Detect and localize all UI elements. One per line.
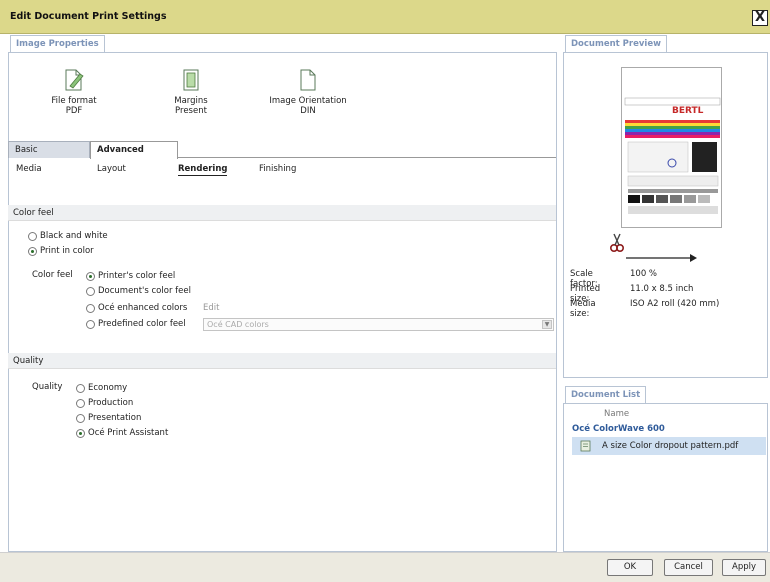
orientation-label: Image Orientation [269, 96, 347, 106]
scissors-icon [610, 233, 624, 252]
radio-label: Océ enhanced colors [98, 303, 188, 313]
orientation-value: DIN [300, 106, 316, 116]
preview-logo: BERTL [672, 106, 704, 116]
radio-oce-enhanced[interactable]: Océ enhanced colors [86, 302, 187, 314]
tab-document-preview[interactable]: Document Preview [565, 35, 667, 52]
radio-label: Production [88, 398, 134, 408]
margins-icon [183, 69, 199, 91]
preview-image: BERTL [620, 68, 721, 229]
edit-link[interactable]: Edit [203, 303, 219, 313]
title-bar: Edit Document Print Settings X [0, 0, 770, 34]
radio-document-color-feel[interactable]: Document's color feel [86, 285, 191, 297]
chevron-down-icon[interactable]: ▼ [542, 320, 552, 329]
radio-button[interactable] [76, 383, 85, 393]
quality-header: Quality [8, 353, 556, 369]
radio-label: Black and white [40, 231, 108, 241]
scale-factor-value: 100 % [630, 269, 658, 279]
subtab-finishing[interactable]: Finishing [259, 164, 296, 174]
orientation-icon [300, 69, 316, 91]
media-size-value: ISO A2 roll (420 mm) [630, 299, 720, 309]
radio-print-color[interactable]: Print in color [28, 245, 94, 257]
radio-economy[interactable]: Economy [76, 382, 127, 394]
radio-button[interactable] [86, 271, 95, 281]
document-icon [580, 440, 591, 452]
radio-button[interactable] [76, 428, 85, 438]
radio-predefined-feel[interactable]: Predefined color feel [86, 318, 186, 330]
media-size-label: Media size: [570, 299, 596, 319]
radio-production[interactable]: Production [76, 397, 133, 409]
radio-button[interactable] [86, 319, 95, 329]
printed-size-value: 11.0 x 8.5 inch [630, 284, 694, 294]
subtab-rendering[interactable]: Rendering [178, 164, 228, 176]
margins-value: Present [175, 106, 207, 116]
radio-label: Presentation [88, 413, 142, 423]
window-title: Edit Document Print Settings [10, 11, 167, 22]
tab-document-list[interactable]: Document List [565, 386, 647, 403]
printer-group[interactable]: Océ ColorWave 600 [572, 424, 665, 434]
radio-printer-color-feel[interactable]: Printer's color feel [86, 270, 175, 282]
select-value: Océ CAD colors [207, 320, 269, 329]
radio-button[interactable] [28, 231, 37, 241]
color-feel-header: Color feel [8, 205, 556, 221]
orientation-property: Image Orientation DIN [263, 68, 353, 116]
quality-label: Quality [32, 382, 63, 392]
close-button[interactable]: X [752, 10, 768, 26]
radio-label: Print in color [40, 246, 94, 256]
radio-label: Océ Print Assistant [88, 428, 169, 438]
predefined-color-select[interactable]: Océ CAD colors ▼ [203, 318, 554, 331]
feed-direction-arrow-icon [626, 254, 697, 262]
radio-button[interactable] [86, 286, 95, 296]
radio-black-white[interactable]: Black and white [28, 230, 108, 242]
margins-label: Margins [174, 96, 208, 106]
radio-label: Economy [88, 383, 128, 393]
radio-label: Printer's color feel [98, 271, 176, 281]
margins-property: Margins Present [146, 68, 236, 116]
document-list-item[interactable]: A size Color dropout pattern.pdf [572, 437, 766, 455]
radio-button[interactable] [76, 413, 85, 423]
color-feel-label: Color feel [32, 270, 73, 280]
preview-thumbnail: BERTL [620, 67, 722, 229]
radio-label: Predefined color feel [98, 319, 186, 329]
radio-button[interactable] [28, 246, 37, 256]
ok-button[interactable]: OK [607, 559, 653, 576]
radio-button[interactable] [86, 303, 95, 313]
button-bar [0, 552, 770, 582]
subtab-media[interactable]: Media [16, 164, 42, 174]
file-format-icon [65, 69, 84, 91]
subtab-layout[interactable]: Layout [97, 164, 126, 174]
tab-image-properties[interactable]: Image Properties [10, 35, 105, 52]
tab-advanced[interactable]: Advanced [90, 141, 178, 159]
name-column-header[interactable]: Name [604, 409, 629, 419]
file-format-label: File format [51, 96, 97, 106]
cancel-button[interactable]: Cancel [664, 559, 713, 576]
tab-basic[interactable]: Basic [8, 141, 90, 158]
settings-tabs: Basic Advanced [8, 141, 556, 159]
file-format-value: PDF [65, 106, 83, 116]
radio-presentation[interactable]: Presentation [76, 412, 141, 424]
radio-label: Document's color feel [98, 286, 191, 296]
radio-oce-print-assistant[interactable]: Océ Print Assistant [76, 427, 168, 439]
file-format-property: File format PDF [29, 68, 119, 116]
radio-button[interactable] [76, 398, 85, 408]
apply-button[interactable]: Apply [722, 559, 766, 576]
document-name: A size Color dropout pattern.pdf [602, 441, 739, 451]
